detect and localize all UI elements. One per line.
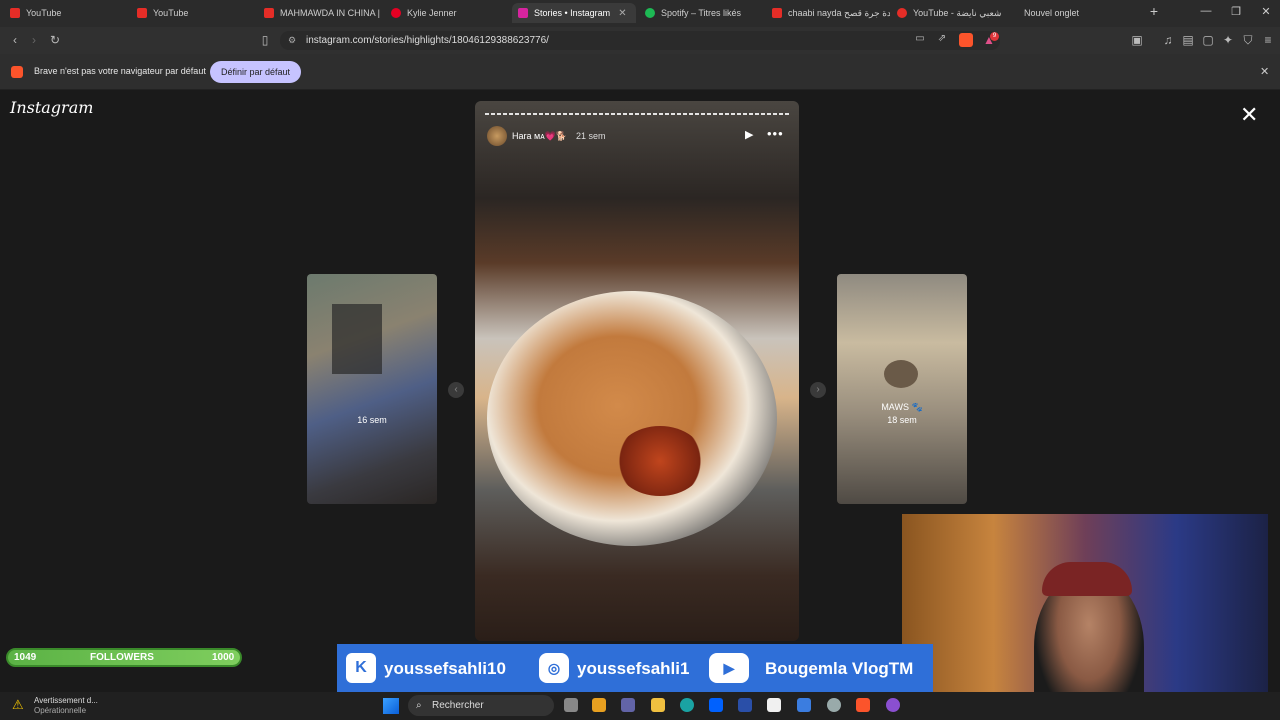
active-story[interactable]: Hara ᴍᴀ💗🐕 21 sem ▶ ••• [475,101,799,641]
followers-current: 1049 [14,652,37,663]
story-avatar-icon [884,360,918,388]
tab-kylie-jenner[interactable]: Kylie Jenner [391,3,509,23]
story-photo-toy [615,426,705,496]
social-handles-bar: K youssefsahli10 ◎ youssefsahli1 ▶ Bouge… [337,644,933,692]
followers-goal: 1000 [212,652,235,663]
instagram-icon [518,8,528,18]
instagram-handle: youssefsahli1 [577,659,690,678]
reload-icon[interactable]: ↻ [48,33,62,47]
story-username[interactable]: Hara ᴍᴀ💗🐕 [512,131,567,142]
tab-spotify[interactable]: Spotify – Titres likés [645,3,763,23]
media-icon[interactable]: ♫ [1161,33,1175,47]
close-window-icon[interactable]: ✕ [1259,5,1273,18]
next-story-time: 18 sem [887,415,917,425]
app-b-icon[interactable] [738,698,752,712]
restore-icon[interactable]: ❐ [1229,5,1243,18]
tab-mahmawda[interactable]: MAHMAWDA IN CHINA | [264,3,382,23]
vpn-icon[interactable]: ⛉ [1241,33,1255,48]
streamer-cap [1042,562,1132,596]
youtube-icon [10,8,20,18]
next-story-title: MAWS 🐾 [881,402,923,412]
windows-start-icon[interactable] [383,698,399,714]
spotify-icon [645,8,655,18]
followers-label: FOLLOWERS [90,652,154,663]
reading-list-icon[interactable]: ▤ [1181,33,1195,47]
previous-story-arrow-icon[interactable]: ‹ [448,382,464,398]
set-default-button[interactable]: Définir par défaut [210,61,302,83]
wallet-icon[interactable]: ▢ [1201,33,1215,47]
followers-goal-bar: 1049 FOLLOWERS 1000 [6,648,242,667]
address-bar[interactable]: ⚙ instagram.com/stories/highlights/18046… [280,31,1000,50]
youtube-icon: ▶ [709,653,749,683]
task-view-icon[interactable] [564,698,578,712]
file-explorer-icon[interactable] [651,698,665,712]
browser-tab-bar: YouTube YouTube MAHMAWDA IN CHINA | Kyli… [0,0,1280,27]
share-icon[interactable]: ⇗ [935,33,949,44]
warning-icon[interactable]: ⚠ [12,697,24,713]
chrome-icon[interactable] [827,698,841,712]
kick-handle: youssefsahli10 [384,659,506,678]
youtube-handle: Bougemla VlogTM [765,659,914,678]
tab-youtube-chaabi[interactable]: YouTube - شعبي نايضة [897,3,1015,23]
new-tab-button[interactable]: + [1147,3,1161,19]
taskbar-search[interactable]: ⌕ Rechercher [408,695,554,716]
default-browser-infobar: Brave n'est pas votre navigateur par déf… [0,54,1280,90]
azure-icon[interactable] [797,698,811,712]
browser-toolbar: ‹ › ↻ ▯ ⚙ instagram.com/stories/highligh… [0,27,1280,54]
dropbox-icon[interactable] [709,698,723,712]
close-infobar-icon[interactable]: ✕ [1260,65,1269,78]
windows-taskbar: ⚠ Avertissement d... Opérationnelle ⌕ Re… [0,692,1280,720]
tab-new-tab[interactable]: Nouvel onglet [1024,3,1134,23]
previous-story-preview[interactable]: 16 sem [307,274,437,504]
tab-chaabi-nayda[interactable]: chaabi nayda قعدة جرة قصح [772,3,890,23]
story-time: 21 sem [576,131,606,141]
cast-icon[interactable]: ▭ [913,33,927,44]
menu-icon[interactable]: ≡ [1261,33,1275,47]
streamer-webcam [902,514,1268,720]
next-story-arrow-icon[interactable]: › [810,382,826,398]
url-text: instagram.com/stories/highlights/1804612… [306,35,549,46]
next-story-preview[interactable]: MAWS 🐾 18 sem [837,274,967,504]
taskbar-warning[interactable]: Avertissement d... Opérationnelle [34,696,98,716]
minimize-icon[interactable]: — [1199,5,1213,17]
story-progress-bar [485,113,789,115]
search-icon: ⌕ [416,700,422,711]
story-text-overlay [332,304,382,374]
instagram-icon: ◎ [539,653,569,683]
tab-youtube-1[interactable]: YouTube [10,3,128,23]
close-stories-icon[interactable]: ✕ [1240,102,1258,128]
play-icon[interactable]: ▶ [745,128,753,141]
brave-taskbar-icon[interactable] [856,698,870,712]
app-icon[interactable] [592,698,606,712]
close-tab-icon[interactable]: ✕ [618,8,626,19]
story-photo-dog-bed [487,291,777,546]
store-icon[interactable] [767,698,781,712]
back-icon[interactable]: ‹ [8,33,22,47]
brave-shields-icon[interactable] [959,33,973,47]
forward-icon[interactable]: › [27,33,41,47]
pinterest-icon [391,8,401,18]
brave-logo-icon [11,66,23,78]
tab-instagram-stories[interactable]: Stories • Instagram ✕ [512,3,636,23]
site-info-icon[interactable]: ⚙ [288,31,296,50]
leo-ai-icon[interactable]: ✦ [1221,33,1235,47]
default-browser-message: Brave n'est pas votre navigateur par déf… [34,66,206,76]
bookmark-icon[interactable]: ▯ [258,33,272,47]
youtube-icon [264,8,274,18]
twitch-icon[interactable] [886,698,900,712]
shield-count-badge: 9 [990,32,999,41]
youtube-icon [772,8,782,18]
instagram-logo[interactable]: Instagram [10,98,93,117]
youtube-icon [137,8,147,18]
more-options-icon[interactable]: ••• [767,126,784,141]
kick-icon: K [346,653,376,683]
youtube-music-icon [897,8,907,18]
edge-icon[interactable] [680,698,694,712]
teams-icon[interactable] [621,698,635,712]
sidebar-icon[interactable]: ▣ [1130,33,1144,47]
previous-story-time: 16 sem [357,415,387,425]
avatar[interactable] [487,126,507,146]
tab-youtube-2[interactable]: YouTube [137,3,255,23]
